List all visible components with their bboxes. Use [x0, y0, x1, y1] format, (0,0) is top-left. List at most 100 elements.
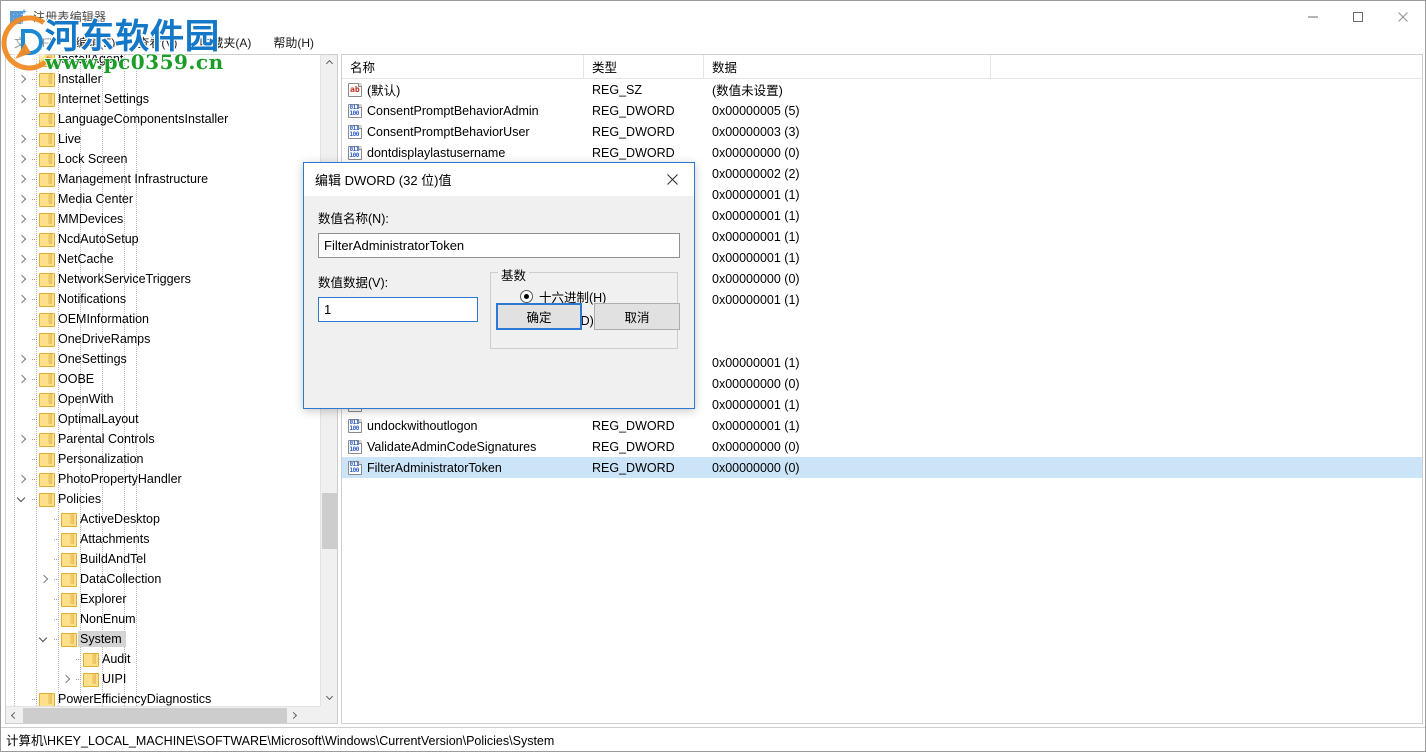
table-row[interactable]: 011100undockwithoutlogonREG_DWORD0x00000…: [342, 415, 1422, 436]
menu-item-e[interactable]: 编辑(E): [64, 32, 126, 54]
tree-item-media-center[interactable]: Media Center: [6, 189, 321, 209]
tree-connector: [30, 309, 39, 329]
tree-item-mmdevices[interactable]: MMDevices: [6, 209, 321, 229]
chevron-right-icon[interactable]: [14, 209, 30, 229]
tree-item-uipi[interactable]: UIPI: [6, 669, 321, 689]
chevron-right-icon[interactable]: [14, 369, 30, 389]
table-row[interactable]: 011100ValidateAdminCodeSignaturesREG_DWO…: [342, 436, 1422, 457]
tree-item-ncdautosetup[interactable]: NcdAutoSetup: [6, 229, 321, 249]
tree-item-label: OneSettings: [58, 352, 131, 366]
tree-item-oobe[interactable]: OOBE: [6, 369, 321, 389]
tree-connector: [30, 329, 39, 349]
table-row[interactable]: 011100dontdisplaylastusernameREG_DWORD0x…: [342, 142, 1422, 163]
column-header-name[interactable]: 名称: [342, 55, 584, 78]
column-header-filler: [991, 55, 1422, 78]
table-row[interactable]: ab(默认)REG_SZ(数值未设置): [342, 79, 1422, 100]
tree-item-live[interactable]: Live: [6, 129, 321, 149]
edit-dword-dialog: 编辑 DWORD (32 位)值 数值名称(N): 数值数据(V): 基数 十六…: [303, 162, 695, 409]
dword-value-icon: 011100: [348, 125, 362, 139]
tree-item-optimallayout[interactable]: OptimalLayout: [6, 409, 321, 429]
tree-scroll-up-button[interactable]: [321, 55, 338, 72]
menu-item-h[interactable]: 帮助(H): [262, 32, 325, 54]
tree-item-attachments[interactable]: Attachments: [6, 529, 321, 549]
table-row[interactable]: 011100ConsentPromptBehaviorAdminREG_DWOR…: [342, 100, 1422, 121]
menu-item-v[interactable]: 查看(V): [126, 32, 188, 54]
value-name-text: ValidateAdminCodeSignatures: [367, 440, 536, 454]
tree-item-buildandtel[interactable]: BuildAndTel: [6, 549, 321, 569]
ok-button[interactable]: 确定: [496, 303, 582, 330]
chevron-right-icon[interactable]: [58, 669, 74, 689]
column-header-type[interactable]: 类型: [584, 55, 704, 78]
tree-scroll-right-button[interactable]: [287, 707, 304, 724]
tree-item-internet-settings[interactable]: Internet Settings: [6, 89, 321, 109]
tree-item-explorer[interactable]: Explorer: [6, 589, 321, 609]
chevron-right-icon[interactable]: [14, 69, 30, 89]
value-data-input[interactable]: [318, 297, 478, 322]
tree-item-installer[interactable]: Installer: [6, 69, 321, 89]
tree-vscroll-thumb[interactable]: [322, 493, 337, 549]
dialog-buttons: 确定 取消: [496, 303, 680, 330]
tree-item-activedesktop[interactable]: ActiveDesktop: [6, 509, 321, 529]
tree-item-onesettings[interactable]: OneSettings: [6, 349, 321, 369]
tree-connector: [30, 229, 39, 249]
maximize-button[interactable]: [1335, 1, 1380, 32]
chevron-right-icon[interactable]: [14, 269, 30, 289]
chevron-down-icon[interactable]: [36, 629, 52, 649]
tree-item-personalization[interactable]: Personalization: [6, 449, 321, 469]
tree-item-notifications[interactable]: Notifications: [6, 289, 321, 309]
tree-connector: [30, 269, 39, 289]
tree-item-installagent[interactable]: InstallAgent: [6, 55, 321, 69]
tree-item-audit[interactable]: Audit: [6, 649, 321, 669]
cancel-button[interactable]: 取消: [594, 303, 680, 330]
chevron-right-icon[interactable]: [14, 169, 30, 189]
tree-item-networkservicetriggers[interactable]: NetworkServiceTriggers: [6, 269, 321, 289]
table-row[interactable]: 011100FilterAdministratorTokenREG_DWORD0…: [342, 457, 1422, 478]
column-header-data[interactable]: 数据: [704, 55, 991, 78]
tree-item-powerefficiencydiagnostics[interactable]: PowerEfficiencyDiagnostics: [6, 689, 321, 707]
chevron-right-icon[interactable]: [14, 229, 30, 249]
tree-item-policies[interactable]: Policies: [6, 489, 321, 509]
menu-item-f[interactable]: 文件(F): [3, 32, 64, 54]
tree-item-label: OptimalLayout: [58, 412, 143, 426]
tree-connector: [30, 109, 39, 129]
chevron-down-icon[interactable]: [14, 489, 30, 509]
close-button[interactable]: [1380, 1, 1425, 32]
tree-item-parental-controls[interactable]: Parental Controls: [6, 429, 321, 449]
tree-item-onedriveramps[interactable]: OneDriveRamps: [6, 329, 321, 349]
tree-item-nonenum[interactable]: NonEnum: [6, 609, 321, 629]
menu-item-a[interactable]: 收藏夹(A): [188, 32, 262, 54]
value-name-input[interactable]: [318, 233, 680, 258]
tree-item-oeminformation[interactable]: OEMInformation: [6, 309, 321, 329]
chevron-right-icon[interactable]: [14, 429, 30, 449]
dialog-close-button[interactable]: [650, 163, 694, 196]
tree-connector: [74, 669, 83, 689]
chevron-right-icon[interactable]: [14, 349, 30, 369]
tree-item-lock-screen[interactable]: Lock Screen: [6, 149, 321, 169]
chevron-right-icon[interactable]: [14, 129, 30, 149]
tree-hscroll-thumb[interactable]: [23, 708, 287, 723]
tree-item-openwith[interactable]: OpenWith: [6, 389, 321, 409]
minimize-button[interactable]: [1290, 1, 1335, 32]
chevron-right-icon[interactable]: [14, 289, 30, 309]
menu-bar: 文件(F)编辑(E)查看(V)收藏夹(A)帮助(H): [1, 32, 1425, 54]
tree-item-photopropertyhandler[interactable]: PhotoPropertyHandler: [6, 469, 321, 489]
tree-item-management-infrastructure[interactable]: Management Infrastructure: [6, 169, 321, 189]
chevron-right-icon[interactable]: [14, 149, 30, 169]
tree-horizontal-scrollbar[interactable]: [6, 706, 321, 723]
tree-item-datacollection[interactable]: DataCollection: [6, 569, 321, 589]
tree-item-languagecomponentsinstaller[interactable]: LanguageComponentsInstaller: [6, 109, 321, 129]
value-data-cell: (数值未设置): [704, 80, 991, 99]
tree-item-system[interactable]: System: [6, 629, 321, 649]
tree-scroll-down-button[interactable]: [321, 690, 338, 707]
chevron-right-icon[interactable]: [14, 469, 30, 489]
registry-tree-viewport[interactable]: InstallAgentInstallerInternet SettingsLa…: [6, 55, 321, 707]
chevron-right-icon[interactable]: [36, 569, 52, 589]
tree-item-netcache[interactable]: NetCache: [6, 249, 321, 269]
table-row[interactable]: 011100ConsentPromptBehaviorUserREG_DWORD…: [342, 121, 1422, 142]
chevron-right-icon[interactable]: [14, 249, 30, 269]
chevron-right-icon[interactable]: [14, 89, 30, 109]
tree-scroll-left-button[interactable]: [6, 707, 23, 724]
chevron-right-icon[interactable]: [14, 189, 30, 209]
value-data-cell: 0x00000001 (1): [704, 209, 991, 223]
status-path: 计算机\HKEY_LOCAL_MACHINE\SOFTWARE\Microsof…: [6, 730, 554, 749]
